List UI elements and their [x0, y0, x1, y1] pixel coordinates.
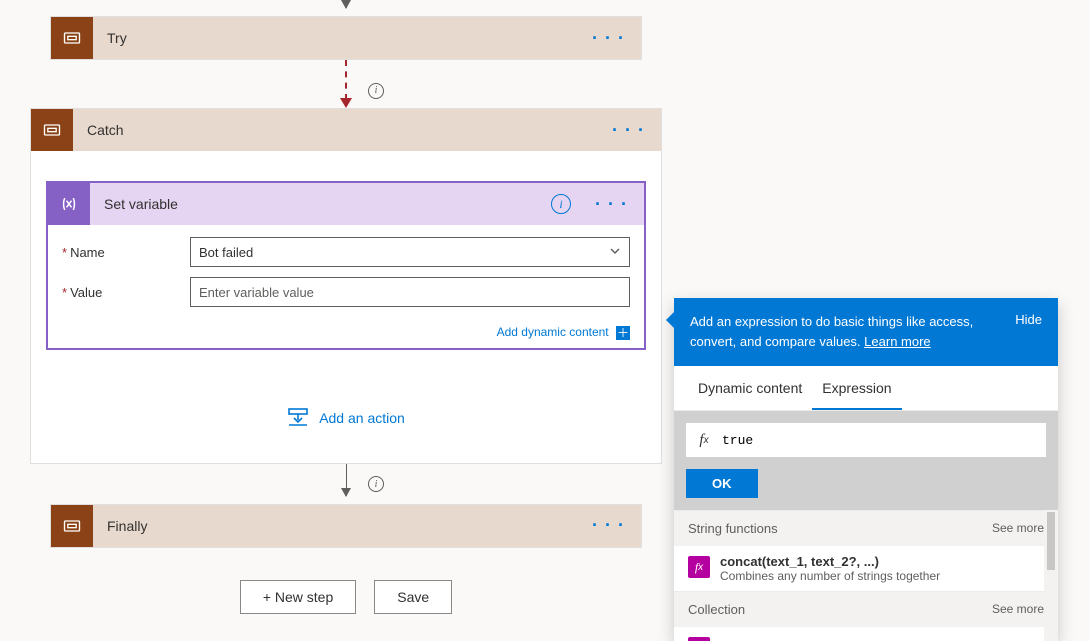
scrollbar-track[interactable] [1044, 510, 1058, 641]
scrollbar-thumb[interactable] [1047, 512, 1055, 570]
popover-caret [666, 312, 674, 328]
scope-title: Finally [93, 518, 576, 534]
action-set-variable: Set variable i · · · *Name Bot failed [46, 181, 646, 350]
plus-icon[interactable]: ＋ [616, 326, 630, 340]
function-item-concat[interactable]: fx concat(text_1, text_2?, ...) Combines… [674, 546, 1058, 591]
variable-icon [48, 183, 90, 225]
more-menu[interactable]: · · · [576, 28, 641, 49]
function-signature: concat(text_1, text_2?, ...) [720, 554, 940, 569]
action-title: Set variable [90, 196, 551, 212]
scope-icon [51, 17, 93, 59]
scope-icon [31, 109, 73, 151]
scope-title: Try [93, 30, 576, 46]
function-description: Combines any number of strings together [720, 569, 940, 583]
scope-catch: Catch · · · Set variable i · · · *Name [30, 108, 662, 464]
runafter-info-icon[interactable]: i [368, 80, 384, 99]
runafter-info-icon[interactable]: i [368, 474, 384, 493]
more-menu[interactable]: · · · [596, 120, 661, 141]
connector-dashed: i [0, 60, 692, 108]
fx-icon: fx [688, 637, 710, 641]
connector-arrow: i [0, 464, 692, 504]
see-more-link[interactable]: See more [992, 521, 1044, 536]
add-action-link[interactable]: Add an action [287, 406, 405, 431]
category-title: Collection [688, 602, 745, 617]
scope-catch-header[interactable]: Catch · · · [31, 109, 661, 151]
add-dynamic-content-link[interactable]: Add dynamic content [497, 325, 609, 339]
expression-input-row: fx [686, 423, 1046, 457]
action-header[interactable]: Set variable i · · · [48, 183, 644, 225]
flow-canvas: Try · · · i Catch · · · Set variable [0, 0, 692, 614]
connector-arrow [0, 0, 692, 16]
info-icon[interactable]: i [551, 194, 571, 214]
scope-title: Catch [73, 122, 596, 138]
tab-expression[interactable]: Expression [812, 366, 901, 410]
tab-dynamic-content[interactable]: Dynamic content [688, 366, 812, 410]
name-select-value: Bot failed [199, 245, 253, 260]
expression-input[interactable] [722, 433, 1046, 448]
more-menu[interactable]: · · · [579, 194, 644, 215]
more-menu[interactable]: · · · [576, 515, 641, 536]
footer-buttons: + New step Save [0, 548, 692, 614]
insert-step-icon [287, 406, 309, 431]
name-select[interactable]: Bot failed [190, 237, 630, 267]
scope-try[interactable]: Try · · · [50, 16, 642, 60]
add-action-label: Add an action [319, 410, 405, 426]
hide-link[interactable]: Hide [1015, 312, 1042, 352]
expression-popover: Add an expression to do basic things lik… [674, 298, 1058, 641]
value-input[interactable] [190, 277, 630, 307]
popover-header-text: Add an expression to do basic things lik… [690, 312, 999, 352]
category-collection: Collection See more fx [674, 591, 1058, 641]
category-title: String functions [688, 521, 778, 536]
category-string-functions: String functions See more fx concat(text… [674, 510, 1058, 591]
see-more-link[interactable]: See more [992, 602, 1044, 617]
popover-tabs: Dynamic content Expression [674, 366, 1058, 411]
fx-icon: fx [686, 432, 722, 449]
fx-icon: fx [688, 556, 710, 578]
scope-finally[interactable]: Finally · · · [50, 504, 642, 548]
scope-icon [51, 505, 93, 547]
learn-more-link[interactable]: Learn more [864, 334, 930, 349]
field-label-value: *Value [62, 285, 190, 300]
function-item[interactable]: fx [674, 627, 1058, 641]
save-button[interactable]: Save [374, 580, 452, 614]
ok-button[interactable]: OK [686, 469, 758, 498]
new-step-button[interactable]: + New step [240, 580, 356, 614]
chevron-down-icon [609, 245, 621, 260]
field-label-name: *Name [62, 245, 190, 260]
